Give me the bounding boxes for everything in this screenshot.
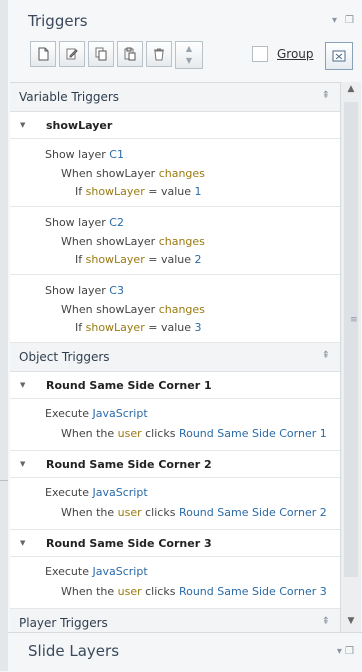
vertical-scrollbar[interactable]: ▲ ≡ ▼ — [340, 82, 361, 632]
panel-title: Triggers — [28, 12, 88, 30]
expand-arrow-icon[interactable]: ▼ — [20, 539, 25, 547]
move-trigger-buttons[interactable]: ▲ ▼ — [175, 41, 203, 69]
expand-arrow-icon[interactable]: ▼ — [20, 460, 25, 468]
copy-trigger-button[interactable] — [88, 41, 114, 67]
trash-icon — [154, 48, 164, 61]
paste-trigger-button[interactable] — [117, 41, 143, 67]
section-label: Player Triggers — [19, 616, 108, 630]
trigger-row[interactable]: Execute JavaScript When the user clicks … — [10, 557, 340, 609]
object-item[interactable]: ▼ Round Same Side Corner 2 — [10, 451, 340, 478]
expand-arrow-icon[interactable]: ▼ — [20, 381, 25, 389]
triggers-list: Variable Triggers ⇞ ▼ showLayer Show lay… — [10, 82, 340, 633]
collapse-icon[interactable]: ▾ — [332, 15, 337, 26]
object-item[interactable]: ▼ Round Same Side Corner 1 — [10, 372, 340, 399]
new-trigger-button[interactable] — [30, 41, 56, 67]
slide-layers-title: Slide Layers — [28, 642, 120, 660]
section-label: Variable Triggers — [19, 90, 120, 104]
collapse-section-icon[interactable]: ⇞ — [322, 350, 330, 361]
slide-layers-window-controls[interactable]: ▾ ❐ — [337, 646, 354, 657]
trigger-row[interactable]: Show layer C3 When showLayer changes If … — [10, 275, 340, 343]
edit-trigger-button[interactable] — [59, 41, 85, 67]
trigger-row[interactable]: Show layer C1 When showLayer changes If … — [10, 139, 340, 207]
move-down-icon[interactable]: ▼ — [186, 55, 192, 67]
expand-arrow-icon[interactable]: ▼ — [20, 121, 25, 129]
close-window-icon — [332, 50, 346, 62]
delete-trigger-button[interactable] — [146, 41, 172, 67]
close-panel-button[interactable] — [325, 42, 353, 70]
variable-item[interactable]: ▼ showLayer — [10, 112, 340, 139]
paste-icon — [124, 47, 136, 61]
section-label: Object Triggers — [19, 350, 110, 364]
panel-window-controls: ▾ ❐ — [332, 15, 354, 26]
slide-layers-panel-header[interactable]: Slide Layers ▾ ❐ — [8, 632, 362, 672]
collapse-section-icon[interactable]: ⇞ — [322, 616, 330, 627]
grip-icon: ≡ — [350, 315, 358, 325]
scroll-up-arrow-icon[interactable]: ▲ — [341, 84, 361, 98]
object-triggers-header[interactable]: Object Triggers ⇞ — [10, 343, 340, 372]
collapse-section-icon[interactable]: ⇞ — [322, 90, 330, 101]
object-item[interactable]: ▼ Round Same Side Corner 3 — [10, 530, 340, 557]
move-up-icon[interactable]: ▲ — [186, 43, 192, 55]
triggers-toolbar: ▲ ▼ — [30, 41, 203, 69]
float-window-icon[interactable]: ❐ — [345, 15, 354, 26]
player-triggers-header[interactable]: Player Triggers ⇞ — [10, 609, 340, 633]
edit-icon — [66, 48, 78, 60]
trigger-row[interactable]: Execute JavaScript When the user clicks … — [10, 399, 340, 451]
trigger-row[interactable]: Execute JavaScript When the user clicks … — [10, 478, 340, 530]
trigger-row[interactable]: Show layer C2 When showLayer changes If … — [10, 207, 340, 275]
group-checkbox[interactable] — [252, 46, 268, 62]
variable-triggers-header[interactable]: Variable Triggers ⇞ — [10, 83, 340, 112]
scroll-down-arrow-icon[interactable]: ▼ — [341, 616, 361, 630]
copy-icon — [95, 47, 107, 61]
new-document-icon — [38, 47, 49, 61]
group-label: Group — [277, 47, 314, 61]
scroll-thumb[interactable]: ≡ — [344, 102, 358, 577]
